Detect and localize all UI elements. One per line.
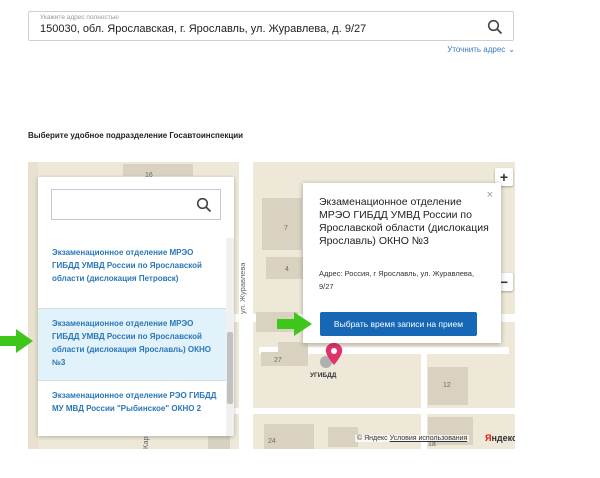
search-icon[interactable] xyxy=(487,19,503,35)
office-balloon: × Экзаменационное отделение МРЭО ГИБДД У… xyxy=(303,183,501,343)
search-icon[interactable] xyxy=(196,197,212,213)
refine-address-label: Уточнить адрес xyxy=(447,45,506,54)
map[interactable]: 16 7 4 27 12 24 1а ул. Журавлева Кар + −… xyxy=(28,162,515,449)
yandex-logo: Яндекс xyxy=(485,433,515,443)
building-number: 1а xyxy=(428,441,436,448)
map-pin-icon[interactable] xyxy=(316,342,346,372)
building-number: 12 xyxy=(443,382,451,389)
office-list-item[interactable]: Экзаменационное отделение РЭО ГИБДД МУ М… xyxy=(38,381,226,436)
balloon-title: Экзаменационное отделение МРЭО ГИБДД УМВ… xyxy=(319,196,489,247)
building-number: 27 xyxy=(274,357,282,364)
office-list-item[interactable]: Экзаменационное отделение МРЭО ГИБДД УМВ… xyxy=(38,238,226,309)
building-number: 7 xyxy=(284,225,288,232)
terms-link[interactable]: Условия использования xyxy=(390,435,468,442)
section-title: Выберите удобное подразделение Госавтоин… xyxy=(28,131,244,140)
copyright-text: © Яндекс xyxy=(357,435,388,442)
office-list-panel: Экзаменационное отделение МРЭО ГИБДД УМВ… xyxy=(38,177,234,436)
street-label: Кар xyxy=(141,436,150,449)
map-copyright: © Яндекс Условия использования xyxy=(355,435,470,442)
building-number: 4 xyxy=(285,266,289,273)
street-label: ул. Журавлева xyxy=(238,262,247,314)
office-search-input[interactable] xyxy=(51,189,221,220)
map-marker-label: УГИБДД xyxy=(310,372,337,379)
refine-address-link[interactable]: Уточнить адрес ⌄ xyxy=(447,45,515,54)
green-arrow-icon xyxy=(277,312,312,336)
scrollbar[interactable] xyxy=(226,238,234,436)
balloon-address: Адрес: Россия, г Ярославль, ул. Журавлев… xyxy=(319,269,475,291)
chevron-down-icon: ⌄ xyxy=(508,45,515,54)
address-field[interactable]: Укажите адрес полностью 150030, обл. Яро… xyxy=(28,11,514,41)
scrollbar-thumb[interactable] xyxy=(227,332,233,404)
address-value[interactable]: 150030, обл. Ярославская, г. Ярославль, … xyxy=(40,23,366,35)
building-number: 24 xyxy=(268,438,276,445)
office-list: Экзаменационное отделение МРЭО ГИБДД УМВ… xyxy=(38,238,226,436)
office-list-item-selected[interactable]: Экзаменационное отделение МРЭО ГИБДД УМВ… xyxy=(38,309,226,381)
address-field-label: Укажите адрес полностью xyxy=(40,14,119,21)
choose-time-button[interactable]: Выбрать время записи на прием xyxy=(320,312,477,336)
green-arrow-icon xyxy=(0,329,33,353)
